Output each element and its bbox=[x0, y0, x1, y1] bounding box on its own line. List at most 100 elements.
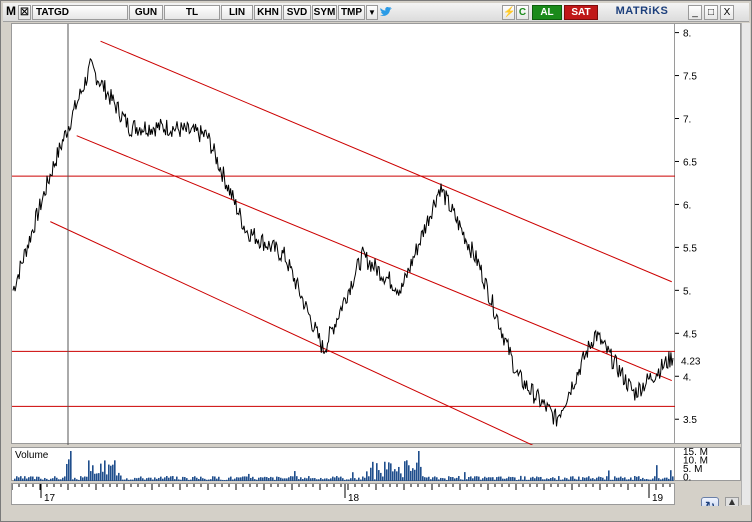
volume-bar bbox=[206, 479, 208, 481]
volume-bar bbox=[562, 479, 564, 481]
volume-bar bbox=[660, 479, 662, 481]
volume-bar bbox=[128, 479, 130, 481]
volume-bar bbox=[292, 476, 294, 481]
menu-button[interactable]: M bbox=[5, 5, 17, 20]
volume-bar bbox=[160, 476, 162, 481]
volume-bar bbox=[368, 476, 370, 481]
twitter-icon[interactable] bbox=[379, 5, 393, 20]
refresh-c-button[interactable]: C bbox=[516, 5, 529, 20]
volume-bar bbox=[500, 476, 502, 481]
volume-bar bbox=[64, 476, 66, 481]
sell-button[interactable]: SAT bbox=[564, 5, 598, 20]
vertical-scrollbar[interactable] bbox=[741, 23, 750, 505]
volume-bar bbox=[648, 479, 650, 481]
price-series-line bbox=[12, 57, 674, 427]
volume-bar bbox=[516, 479, 518, 481]
volume-bar bbox=[146, 478, 148, 481]
volume-bar bbox=[320, 477, 322, 481]
volume-bar bbox=[224, 479, 226, 481]
volume-bar bbox=[556, 479, 558, 481]
svd-button[interactable]: SVD bbox=[283, 5, 311, 20]
volume-bar bbox=[460, 479, 462, 481]
volume-bar bbox=[532, 476, 534, 481]
khn-button[interactable]: KHN bbox=[254, 5, 282, 20]
volume-bar bbox=[196, 477, 198, 481]
price-chart[interactable] bbox=[11, 23, 676, 450]
brand-logo: MATRiKS bbox=[615, 5, 669, 17]
volume-bar bbox=[628, 479, 630, 481]
tmp-button[interactable]: TMP bbox=[338, 5, 365, 20]
volume-bar bbox=[650, 479, 652, 481]
volume-bar bbox=[566, 478, 568, 481]
volume-bar bbox=[34, 479, 36, 481]
volume-bar bbox=[288, 477, 290, 481]
volume-bar bbox=[186, 478, 188, 481]
scale-button[interactable]: LIN bbox=[221, 5, 253, 20]
volume-bar bbox=[468, 477, 470, 481]
volume-bar bbox=[404, 461, 406, 481]
sym-button[interactable]: SYM bbox=[312, 5, 337, 20]
price-chart-svg bbox=[12, 24, 676, 450]
volume-bar bbox=[414, 469, 416, 481]
close-button[interactable]: X bbox=[720, 5, 734, 20]
volume-bar bbox=[212, 476, 214, 481]
price-tick-label: 4. bbox=[683, 372, 691, 383]
volume-bar bbox=[38, 476, 40, 481]
volume-bar bbox=[78, 479, 80, 481]
chevron-down-icon[interactable]: ▼ bbox=[366, 5, 378, 20]
price-tick-label: 6.5 bbox=[683, 157, 697, 168]
volume-bar bbox=[74, 477, 76, 481]
volume-bar bbox=[384, 461, 386, 481]
minimize-button[interactable]: _ bbox=[688, 5, 702, 20]
volume-bar bbox=[280, 477, 282, 481]
volume-axis-svg: 15. M10. M5. M0. bbox=[683, 447, 708, 484]
symbol-input[interactable]: TATGD bbox=[32, 5, 128, 20]
volume-bar bbox=[348, 479, 350, 481]
volume-bar bbox=[260, 477, 262, 481]
volume-bar bbox=[636, 476, 638, 481]
volume-bar bbox=[452, 477, 454, 481]
volume-bar bbox=[472, 478, 474, 481]
volume-chart[interactable]: Volume bbox=[11, 447, 675, 481]
volume-bar bbox=[664, 477, 666, 481]
toolbar: M ☒ TATGD GUN TL LIN KHN SVD SYM TMP ▼ ⚡… bbox=[3, 3, 749, 22]
volume-bar bbox=[608, 470, 610, 481]
volume-bar bbox=[598, 476, 600, 481]
volume-bar bbox=[450, 477, 452, 481]
volume-bar bbox=[14, 478, 16, 481]
volume-bar bbox=[102, 471, 104, 481]
volume-title: Volume bbox=[15, 450, 49, 461]
volume-bar bbox=[50, 478, 52, 481]
volume-bar bbox=[16, 476, 18, 481]
volume-bar bbox=[536, 476, 538, 481]
currency-button[interactable]: TL bbox=[164, 5, 220, 20]
volume-bar bbox=[68, 459, 70, 481]
volume-bar bbox=[594, 479, 596, 481]
time-axis: 17 18 19 bbox=[11, 483, 675, 505]
volume-bar bbox=[166, 476, 168, 481]
volume-bar bbox=[222, 479, 224, 481]
flash-icon[interactable]: ⚡ bbox=[502, 5, 515, 20]
period-button[interactable]: GUN bbox=[129, 5, 163, 20]
volume-bar bbox=[618, 477, 620, 481]
volume-bar bbox=[484, 476, 486, 481]
close-symbol-checkbox[interactable]: ☒ bbox=[18, 5, 31, 20]
volume-bar bbox=[592, 478, 594, 481]
volume-bar bbox=[52, 478, 54, 481]
volume-bar bbox=[150, 477, 152, 481]
volume-bar bbox=[424, 477, 426, 481]
volume-bar bbox=[524, 476, 526, 481]
volume-bar bbox=[412, 468, 414, 481]
volume-bar bbox=[46, 478, 48, 481]
buy-button[interactable]: AL bbox=[532, 5, 562, 20]
volume-bar bbox=[646, 478, 648, 481]
maximize-button[interactable]: □ bbox=[704, 5, 718, 20]
volume-bar bbox=[540, 476, 542, 481]
volume-bar bbox=[388, 462, 390, 481]
volume-bar bbox=[372, 461, 374, 481]
price-tick-label: 4.5 bbox=[683, 329, 697, 340]
volume-bar bbox=[134, 477, 136, 481]
volume-bar bbox=[466, 479, 468, 481]
volume-bar bbox=[324, 478, 326, 481]
volume-bar bbox=[520, 475, 522, 481]
